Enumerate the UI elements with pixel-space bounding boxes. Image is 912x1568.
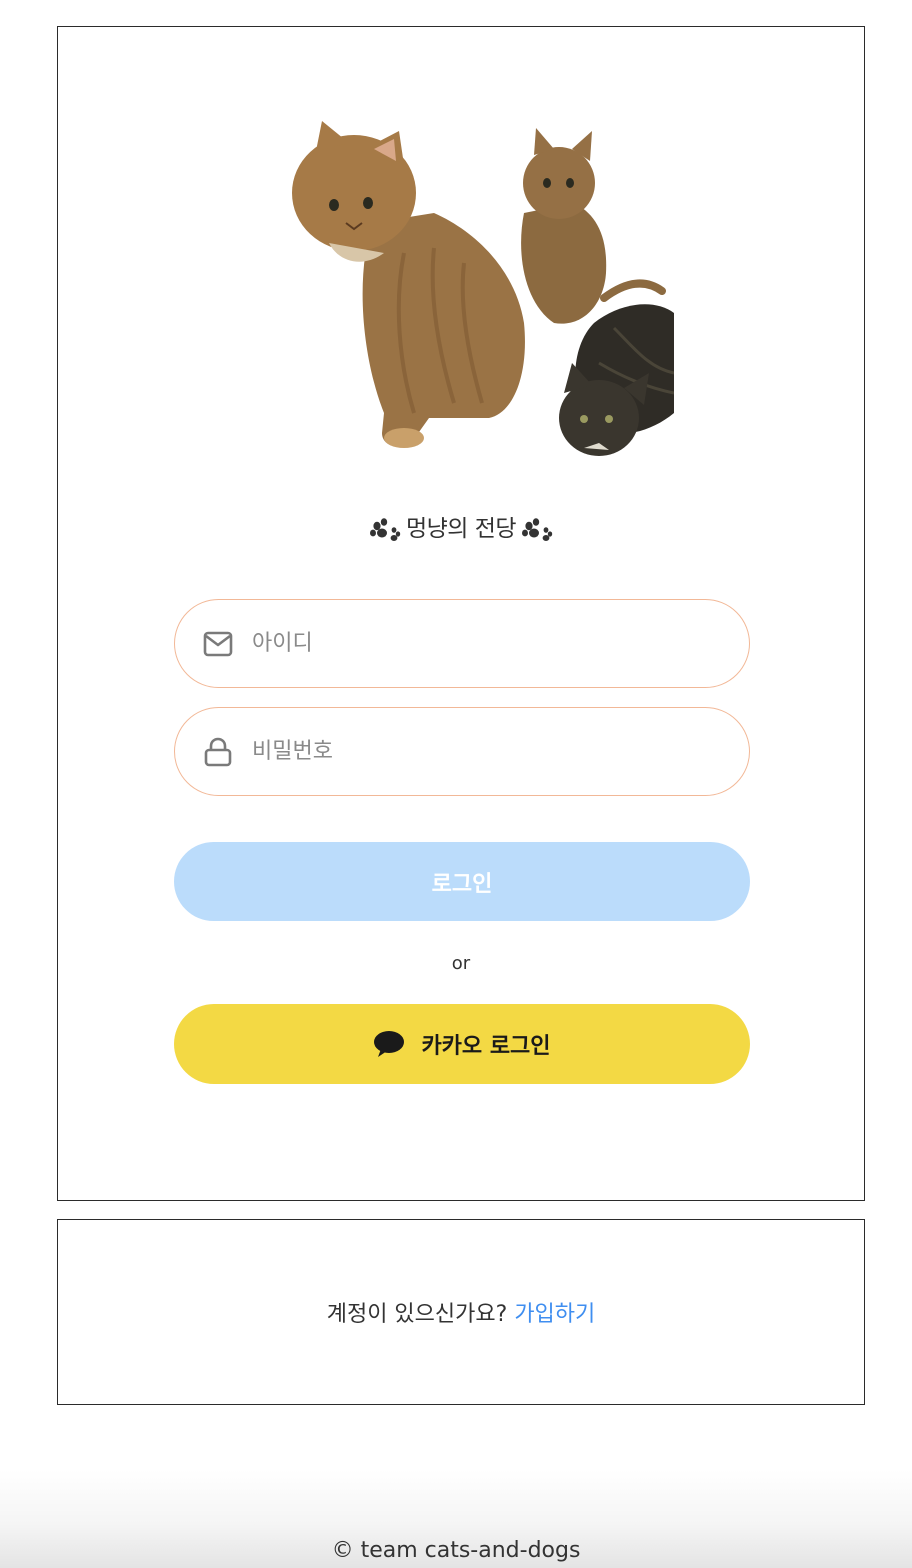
signup-row: 계정이 있으신가요? 가입하기 [58, 1296, 864, 1328]
id-field[interactable] [174, 599, 750, 688]
or-divider: or [451, 953, 471, 974]
signup-prompt: 계정이 있으신가요? [326, 1302, 508, 1327]
brand-title: 멍냥의 전당 [405, 516, 517, 542]
copyright-text: © team cats-and-dogs [331, 1538, 581, 1563]
dark-cat [559, 304, 674, 456]
paw-icon [369, 517, 401, 541]
cats-photo [292, 121, 674, 456]
signup-link[interactable]: 가입하기 [514, 1302, 595, 1327]
login-button[interactable]: 로그인 [174, 842, 750, 921]
id-input[interactable] [250, 630, 724, 657]
footer: © team cats-and-dogs [0, 1470, 912, 1568]
password-field[interactable] [174, 707, 750, 796]
speech-bubble-icon [373, 1030, 405, 1058]
login-panel: 멍냥의 전당 로그인 or [57, 26, 865, 1201]
signup-panel: 계정이 있으신가요? 가입하기 [57, 1219, 865, 1405]
password-input[interactable] [250, 738, 724, 765]
kakao-login-label: 카카오 로그인 [421, 1034, 551, 1059]
brand-title-row: 멍냥의 전당 [58, 509, 864, 543]
orange-cat [292, 121, 525, 448]
kakao-login-button[interactable]: 카카오 로그인 [174, 1004, 750, 1084]
lock-icon [203, 737, 233, 767]
paw-icon [522, 517, 553, 541]
small-cat [521, 128, 666, 324]
mail-icon [203, 629, 233, 659]
